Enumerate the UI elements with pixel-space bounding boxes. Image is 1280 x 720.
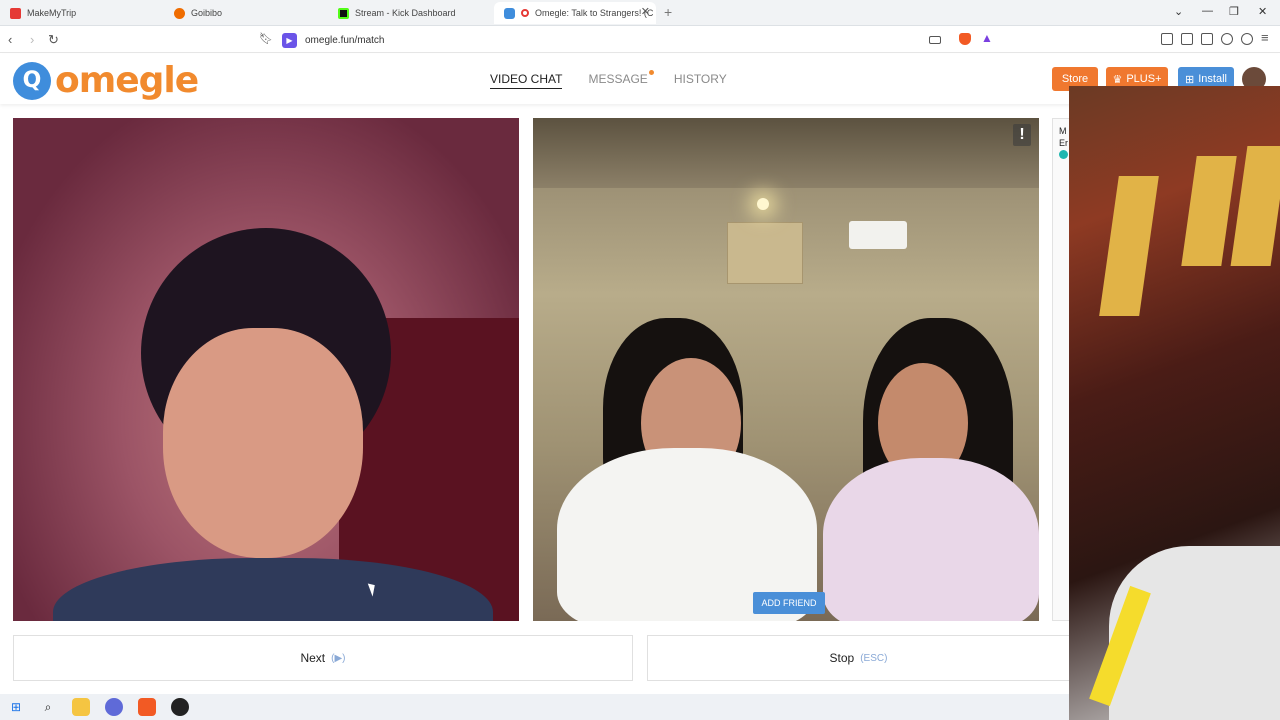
wallet-icon[interactable] — [1201, 33, 1213, 45]
reload-icon[interactable]: ↻ — [48, 32, 59, 48]
back-icon[interactable]: ‹ — [8, 32, 12, 47]
recording-icon — [521, 9, 529, 17]
logo-bubble-icon: Q — [13, 61, 51, 100]
nav-video-chat[interactable]: VIDEO CHAT — [490, 72, 563, 89]
tab-title: Goibibo — [191, 8, 223, 18]
poster-letter — [1099, 176, 1159, 316]
makemytrip-icon — [10, 7, 21, 19]
tab-title: Stream - Kick Dashboard — [355, 8, 456, 18]
brave-shield-icon[interactable] — [959, 33, 971, 45]
new-tab-icon[interactable]: + — [664, 4, 672, 20]
tab-makemytrip[interactable]: MakeMyTrip — [0, 2, 162, 24]
next-shortcut-hint: (▶) — [331, 652, 346, 664]
address-bar-row: ‹ › ↻ 🔖︎ ▶ omegle.fun/match ▲ ≡ — [0, 27, 1280, 53]
tab-kick-dashboard[interactable]: Stream - Kick Dashboard — [328, 2, 490, 24]
stranger-video: ! ADD FRIEND — [533, 118, 1039, 621]
poster-letter — [1230, 146, 1280, 266]
extensions-icon[interactable] — [1161, 33, 1173, 45]
status-indicator-icon — [1059, 150, 1068, 159]
windows-start-icon[interactable]: ⊞ — [7, 698, 25, 716]
browser-tab-strip: MakeMyTrip Goibibo Stream - Kick Dashboa… — [0, 0, 1280, 26]
discord-icon[interactable] — [105, 698, 123, 716]
minimize-icon[interactable]: — — [1202, 5, 1213, 17]
search-icon[interactable]: ⌕ — [39, 698, 57, 716]
plus-label: PLUS+ — [1126, 73, 1162, 85]
install-label: Install — [1198, 73, 1227, 85]
cast-icon[interactable] — [929, 36, 941, 44]
store-label: Store — [1061, 73, 1089, 85]
next-label: Next — [300, 651, 326, 665]
page-info-icon[interactable]: ▶ — [282, 32, 297, 48]
ceiling-light — [757, 198, 769, 210]
face — [163, 328, 363, 558]
poster-letter — [1181, 156, 1237, 266]
menu-icon[interactable]: ≡ — [1261, 30, 1269, 45]
brave-rewards-icon[interactable]: ▲ — [981, 31, 993, 45]
main-nav: VIDEO CHAT MESSAGE HISTORY — [490, 70, 727, 89]
add-friend-button[interactable]: ADD FRIEND — [753, 592, 825, 614]
nav-message-label: MESSAGE — [588, 72, 648, 86]
logo-wordmark: omegle — [55, 60, 199, 101]
local-video — [13, 118, 519, 621]
sidebar-icon[interactable] — [1181, 33, 1193, 45]
air-conditioner — [849, 221, 907, 249]
tab-title: Omegle: Talk to Strangers! (C — [535, 8, 654, 18]
forward-icon[interactable]: › — [30, 32, 34, 47]
close-tab-icon[interactable]: ✕ — [641, 5, 650, 18]
leo-ai-icon[interactable] — [1221, 33, 1233, 45]
tab-goibibo[interactable]: Goibibo — [164, 2, 326, 24]
close-window-icon[interactable]: ✕ — [1258, 5, 1267, 18]
stop-shortcut-hint: (ESC) — [860, 652, 888, 664]
tab-title: MakeMyTrip — [27, 8, 77, 18]
nav-history[interactable]: HISTORY — [674, 72, 727, 89]
person-right-top — [823, 458, 1039, 621]
chevron-down-icon[interactable]: ⌄ — [1174, 5, 1183, 18]
omegle-logo[interactable]: Q omegle — [13, 60, 199, 101]
kick-icon — [338, 7, 349, 19]
omegle-tab-icon — [504, 7, 515, 19]
restore-icon[interactable]: ❐ — [1229, 5, 1239, 18]
brave-browser-icon[interactable] — [138, 698, 156, 716]
stop-label: Stop — [829, 651, 855, 665]
url-field[interactable]: ▶ omegle.fun/match — [282, 30, 1000, 50]
vpn-icon[interactable] — [1241, 33, 1253, 45]
install-icon: ⊞ — [1185, 73, 1195, 86]
obs-icon[interactable] — [171, 698, 189, 716]
url-text: omegle.fun/match — [305, 34, 385, 46]
notification-dot — [648, 70, 654, 75]
streamer-webcam-overlay — [1069, 86, 1280, 720]
ceiling — [533, 118, 1039, 188]
goibibo-icon — [174, 7, 185, 19]
tab-omegle[interactable]: Omegle: Talk to Strangers! (C ✕ — [494, 2, 656, 24]
windows-taskbar: ⊞ ⌕ — [0, 694, 1069, 720]
crown-icon: ♛ — [1112, 73, 1123, 86]
wall-cabinet — [727, 222, 803, 284]
report-button[interactable]: ! — [1013, 124, 1031, 146]
file-explorer-icon[interactable] — [72, 698, 90, 716]
stop-button[interactable]: Stop (ESC) — [647, 635, 1069, 681]
bookmark-icon[interactable]: 🔖︎ — [259, 32, 273, 45]
next-button[interactable]: Next (▶) — [13, 635, 633, 681]
nav-message[interactable]: MESSAGE — [588, 70, 654, 89]
